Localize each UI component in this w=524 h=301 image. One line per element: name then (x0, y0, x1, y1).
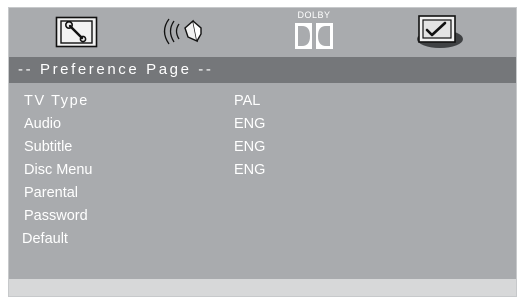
menu-item-label: Disc Menu (24, 162, 93, 178)
menu-item-value: ENG (234, 139, 266, 155)
menu-item-label: Audio (24, 116, 62, 132)
menu-item-disc-menu[interactable]: Disc Menu ENG (9, 162, 516, 184)
tab-audio-setup[interactable] (159, 14, 209, 50)
menu-item-label: Subtitle (24, 139, 73, 155)
dolby-digital-icon (295, 23, 333, 49)
menu-item-value: PAL (234, 93, 261, 109)
general-setup-icon (55, 16, 98, 48)
page-title: -- Preference Page -- (18, 61, 214, 78)
tab-bar: DOLBY (9, 8, 516, 57)
audio-speaker-icon (163, 18, 202, 45)
dolby-label: DOLBY (297, 10, 331, 20)
menu-item-label: TV Type (24, 93, 89, 109)
preference-check-icon (417, 15, 463, 48)
menu-item-parental[interactable]: Parental (9, 185, 516, 207)
menu-item-label: Password (24, 208, 88, 224)
menu-item-password[interactable]: Password (9, 208, 516, 230)
preference-menu-list: TV Type PAL Audio ENG Subtitle ENG Disc … (9, 83, 516, 279)
menu-item-value: ENG (234, 116, 266, 132)
menu-item-label: Parental (24, 185, 79, 201)
menu-item-audio[interactable]: Audio ENG (9, 116, 516, 138)
menu-item-default[interactable]: Default (9, 231, 516, 253)
status-bar (9, 279, 516, 296)
menu-item-label: Default (22, 231, 68, 247)
tab-general-setup[interactable] (55, 14, 99, 50)
menu-item-tv-type[interactable]: TV Type PAL (9, 93, 516, 115)
menu-item-value: ENG (234, 162, 266, 178)
menu-item-subtitle[interactable]: Subtitle ENG (9, 139, 516, 161)
page-title-bar: -- Preference Page -- (9, 57, 516, 83)
setup-menu-window: DOLBY -- Preference Page -- TV Type PAL (8, 7, 517, 297)
tab-preference-page[interactable] (414, 12, 464, 48)
